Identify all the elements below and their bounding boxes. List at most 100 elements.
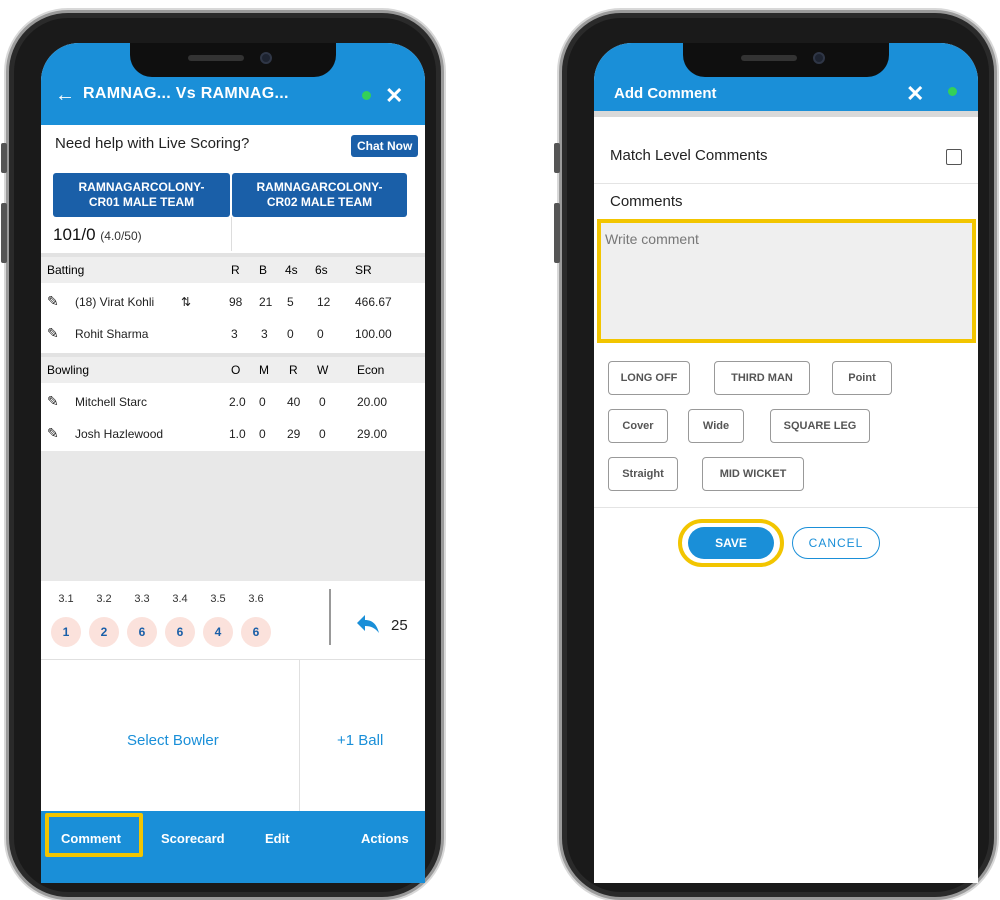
chip-cover[interactable]: Cover [608,409,668,443]
bowler-overs: 2.0 [229,395,246,409]
ball-result[interactable]: 4 [203,617,233,647]
batter-runs: 3 [231,327,238,341]
batter-name: Rohit Sharma [75,327,149,341]
back-arrow-icon[interactable]: ← [55,85,75,105]
bowling-col-w: W [317,363,329,377]
bowler-row[interactable]: ✎ Josh Hazlewood 1.0 0 29 0 29.00 [41,419,425,449]
phone-notch [683,43,889,77]
team-1-name-line2: CR01 MALE TEAM [88,195,195,209]
batter-sixes: 0 [317,327,324,341]
bowler-econ: 29.00 [357,427,388,441]
bowler-maidens: 0 [259,395,266,409]
chip-square-leg[interactable]: SQUARE LEG [770,409,870,443]
match-title: RAMNAG... Vs RAMNAG... [83,85,289,102]
divider [329,589,331,645]
batting-col-4s: 4s [285,263,298,277]
page-title: Add Comment [614,85,717,102]
ball-result[interactable]: 6 [127,617,157,647]
ball-result[interactable]: 6 [165,617,195,647]
bowler-row[interactable]: ✎ Mitchell Starc 2.0 0 40 0 20.00 [41,387,425,417]
ball-label: 3.5 [210,593,226,605]
pencil-icon: ✎ [47,425,59,441]
undo-arrow-icon[interactable] [355,613,381,642]
bowler-name: Josh Hazlewood [75,427,164,441]
batter-runs: 98 [229,295,243,309]
bowling-col-o: O [231,363,241,377]
pencil-icon: ✎ [47,325,59,341]
score-overs: (4.0/50) [100,229,142,243]
bowler-name: Mitchell Starc [75,395,148,409]
status-dot [362,91,371,100]
divider [594,507,978,508]
chip-wide[interactable]: Wide [688,409,744,443]
ball-label: 3.6 [248,593,264,605]
team-score: 101/0 (4.0/50) [53,225,142,245]
chip-straight[interactable]: Straight [608,457,678,491]
chat-now-button[interactable]: Chat Now [351,135,419,157]
select-bowler-button[interactable]: Select Bowler [127,732,219,749]
actions-tab[interactable]: Actions [361,831,409,846]
close-icon[interactable]: ✕ [385,83,403,109]
batter-sr: 466.67 [355,295,392,309]
bowler-econ: 20.00 [357,395,388,409]
bowling-header: Bowling O M R W Econ [41,353,425,383]
batter-balls: 21 [259,295,273,309]
bowling-col-m: M [259,363,269,377]
bowler-runs: 40 [287,395,301,409]
ball-result[interactable]: 2 [89,617,119,647]
undo-count: 25 [391,617,408,634]
ball-label: 3.4 [172,593,188,605]
match-level-checkbox[interactable] [946,149,962,165]
bowler-overs: 1.0 [229,427,246,441]
ball-label: 3.1 [58,593,74,605]
ball-label: 3.3 [134,593,150,605]
bowler-wickets: 0 [319,395,326,409]
save-button[interactable]: SAVE [688,527,774,559]
swap-strike-icon[interactable]: ⇅ [181,295,191,309]
batter-sr: 100.00 [355,327,392,341]
batter-row[interactable]: ✎ (18) Virat Kohli ⇅ 98 21 5 12 466.67 [41,287,425,317]
batter-row[interactable]: ✎ Rohit Sharma 3 3 0 0 100.00 [41,319,425,349]
batting-col-sr: SR [355,263,372,277]
ball-result[interactable]: 6 [241,617,271,647]
highlight-box [45,813,143,857]
scoring-screen: ← RAMNAG... Vs RAMNAG... ✕ Need help wit… [41,43,425,883]
ball-result[interactable]: 1 [51,617,81,647]
team-2-button[interactable]: RAMNAGARCOLONY- CR02 MALE TEAM [232,173,407,217]
batting-col-r: R [231,263,240,277]
bowling-title: Bowling [47,363,90,377]
plus-one-ball-button[interactable]: +1 Ball [337,732,383,749]
comment-input[interactable]: Write comment [597,219,976,343]
add-comment-screen: Add Comment ✕ Match Level Comments Comme… [594,43,978,883]
batter-balls: 3 [261,327,268,341]
comments-label: Comments [610,193,683,210]
chip-long-off[interactable]: LONG OFF [608,361,690,395]
phone-frame-right: Add Comment ✕ Match Level Comments Comme… [554,10,997,900]
batter-fours: 0 [287,327,294,341]
chip-mid-wicket[interactable]: MID WICKET [702,457,804,491]
bottom-strip [41,863,425,883]
team-1-button[interactable]: RAMNAGARCOLONY- CR01 MALE TEAM [53,173,230,217]
batter-fours: 5 [287,295,294,309]
bowling-col-r: R [289,363,298,377]
chip-point[interactable]: Point [832,361,892,395]
help-text: Need help with Live Scoring? [55,135,250,152]
empty-panel [41,451,425,581]
score-runs: 101/0 [53,225,96,244]
close-icon[interactable]: ✕ [906,81,924,107]
pencil-icon: ✎ [47,393,59,409]
chip-third-man[interactable]: THIRD MAN [714,361,810,395]
team-1-name-line1: RAMNAGARCOLONY- [78,180,205,194]
status-dot [948,87,957,96]
cancel-button[interactable]: CANCEL [792,527,880,559]
bowler-wickets: 0 [319,427,326,441]
phone-frame-left: ← RAMNAG... Vs RAMNAG... ✕ Need help wit… [1,10,444,900]
edit-tab[interactable]: Edit [265,831,290,846]
scorecard-tab[interactable]: Scorecard [161,831,225,846]
ball-label: 3.2 [96,593,112,605]
phone-side-button [554,143,560,173]
batting-col-6s: 6s [315,263,328,277]
batting-title: Batting [47,263,85,277]
phone-side-button [1,203,7,263]
phone-side-button [1,143,7,173]
